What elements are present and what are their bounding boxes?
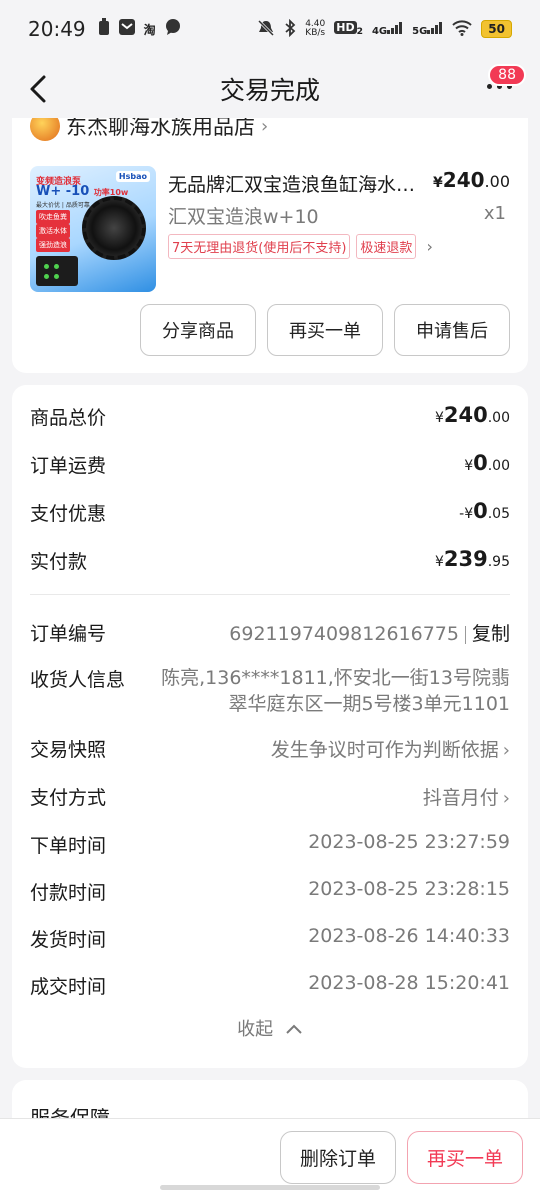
page-title: 交易完成 <box>219 76 320 105</box>
shop-name: 东杰聊海水族用品店 <box>66 118 255 139</box>
divider <box>30 594 510 595</box>
pay-time-label: 付款时间 <box>30 882 107 904</box>
chevron-right-icon: › <box>502 740 510 761</box>
order-time-row: 下单时间 2023-08-25 23:27:59 <box>30 831 510 858</box>
product-image-tag: 吹走鱼粪 <box>36 210 70 224</box>
discount-value: -¥0.05 <box>459 499 510 523</box>
deal-time-value: 2023-08-28 15:20:41 <box>308 972 510 994</box>
goods-total-value: ¥240.00 <box>434 403 510 427</box>
receiver-row: 收货人信息 陈亮,136****1811,怀安北一街13号院翡翠华庭东区一期5号… <box>30 665 510 717</box>
product-image-line3: 最大价优 | 品质可靠 <box>36 202 90 209</box>
collapse-button[interactable]: 收起 <box>12 1015 528 1041</box>
status-time: 20:49 <box>28 17 86 41</box>
order-time-value: 2023-08-25 23:27:59 <box>308 831 510 853</box>
signal-5g-icon: 5G <box>412 21 443 37</box>
discount-label: 支付优惠 <box>30 503 107 525</box>
deal-time-row: 成交时间 2023-08-28 15:20:41 <box>30 972 510 999</box>
nav-bar: 交易完成 88 <box>0 58 540 120</box>
shop-header[interactable]: 东杰聊海水族用品店 › <box>30 118 269 141</box>
rebuy-button[interactable]: 再买一单 <box>407 1131 523 1184</box>
paid-value: ¥239.95 <box>434 547 510 571</box>
shop-logo <box>30 118 60 141</box>
battery-indicator: 50 <box>481 20 512 38</box>
deal-time-label: 成交时间 <box>30 976 107 998</box>
product-image-brand: Hsbao <box>115 171 150 182</box>
wifi-icon <box>452 19 472 39</box>
product-price: ¥240.00 <box>433 168 510 192</box>
chat-icon <box>164 18 182 40</box>
product-image[interactable]: Hsbao 变频造浪泵 W+ -10 功率10w 最大价优 | 品质可靠 吹走鱼… <box>30 166 156 292</box>
receiver-value: 陈亮,136****1811,怀安北一街13号院翡翠华庭东区一期5号楼3单元11… <box>161 667 510 715</box>
back-button[interactable] <box>22 72 56 106</box>
order-number-label: 订单编号 <box>30 623 107 645</box>
mail-icon <box>118 18 136 40</box>
home-indicator[interactable] <box>160 1185 380 1190</box>
snapshot-row[interactable]: 交易快照 发生争议时可作为判断依据 › <box>30 735 510 762</box>
product-actions: 分享商品 再买一单 申请售后 <box>140 304 510 356</box>
product-image-tag: 激活水体 <box>36 224 70 238</box>
chevron-left-icon <box>30 75 46 103</box>
product-quantity: x1 <box>483 203 506 224</box>
discount-row: 支付优惠 -¥0.05 <box>30 499 510 526</box>
payment-method-value: 抖音月付 › <box>422 787 510 809</box>
receiver-label: 收货人信息 <box>30 669 126 691</box>
buy-again-button[interactable]: 再买一单 <box>267 304 383 356</box>
order-number-row: 订单编号 6921197409812616775 复制 <box>30 619 510 646</box>
signal-4g-icon: 4G <box>372 21 403 37</box>
copy-button[interactable]: 复制 <box>472 623 510 645</box>
shipping-row: 订单运费 ¥0.00 <box>30 451 510 478</box>
fast-refund-tag: 极速退款 <box>356 234 417 259</box>
status-right-icons: 4.40 KB/s HD 2 4G 5G 50 <box>257 18 512 40</box>
pay-time-value: 2023-08-25 23:28:15 <box>308 878 510 900</box>
delete-order-button[interactable]: 删除订单 <box>280 1131 396 1184</box>
goods-total-label: 商品总价 <box>30 407 107 429</box>
payment-method-row[interactable]: 支付方式 抖音月付 › <box>30 783 510 810</box>
chevron-up-icon <box>286 1024 302 1034</box>
hd-icon: HD 2 <box>334 20 363 38</box>
order-number-value: 6921197409812616775 复制 <box>229 623 510 645</box>
share-product-button[interactable]: 分享商品 <box>140 304 256 356</box>
payment-method-label: 支付方式 <box>30 787 107 809</box>
controller-graphic <box>36 256 78 286</box>
bottom-action-bar: 删除订单 再买一单 <box>0 1118 540 1194</box>
snapshot-label: 交易快照 <box>30 739 107 761</box>
product-title[interactable]: 无品牌汇双宝造浪鱼缸海水缸造浪泵 <box>168 170 423 197</box>
return-policy-tag: 7天无理由退货(使用后不支持) <box>168 234 351 259</box>
wave-pump-graphic <box>82 196 146 260</box>
chevron-right-icon: › <box>502 788 510 809</box>
paid-label: 实付款 <box>30 551 88 573</box>
battery-saver-icon <box>98 18 110 40</box>
shipping-label: 订单运费 <box>30 455 107 477</box>
after-sales-button[interactable]: 申请售后 <box>394 304 510 356</box>
snapshot-value: 发生争议时可作为判断依据 › <box>270 739 510 761</box>
status-left-icons: 淘 <box>98 18 182 40</box>
product-card: 东杰聊海水族用品店 › Hsbao 变频造浪泵 W+ -10 功率10w 最大价… <box>12 118 528 373</box>
shipping-value: ¥0.00 <box>464 451 510 475</box>
ship-time-row: 发货时间 2023-08-26 14:40:33 <box>30 925 510 952</box>
ship-time-value: 2023-08-26 14:40:33 <box>308 925 510 947</box>
network-speed: 4.40 KB/s <box>305 19 326 38</box>
product-service-tags[interactable]: 7天无理由退货(使用后不支持) 极速退款 › <box>168 234 433 259</box>
chevron-right-icon: › <box>426 237 433 256</box>
notification-badge: 88 <box>488 64 526 86</box>
chevron-right-icon: › <box>261 118 269 137</box>
more-dot <box>487 84 492 89</box>
order-detail-card: 商品总价 ¥240.00 订单运费 ¥0.00 支付优惠 -¥0.05 实付款 … <box>12 385 528 1068</box>
ship-time-label: 发货时间 <box>30 929 107 951</box>
paid-row: 实付款 ¥239.95 <box>30 547 510 574</box>
status-bar: 20:49 淘 4.40 KB/s HD 2 4G 5G 50 <box>0 0 540 58</box>
mute-icon <box>257 19 275 40</box>
order-time-label: 下单时间 <box>30 835 107 857</box>
goods-total-row: 商品总价 ¥240.00 <box>30 403 510 430</box>
product-image-tag: 强劲造浪 <box>36 238 70 252</box>
bluetooth-icon <box>284 18 296 40</box>
pay-time-row: 付款时间 2023-08-25 23:28:15 <box>30 878 510 905</box>
separator <box>464 625 466 644</box>
taobao-icon: 淘 <box>143 22 156 37</box>
product-spec: 汇双宝造浪w+10 <box>168 206 319 228</box>
